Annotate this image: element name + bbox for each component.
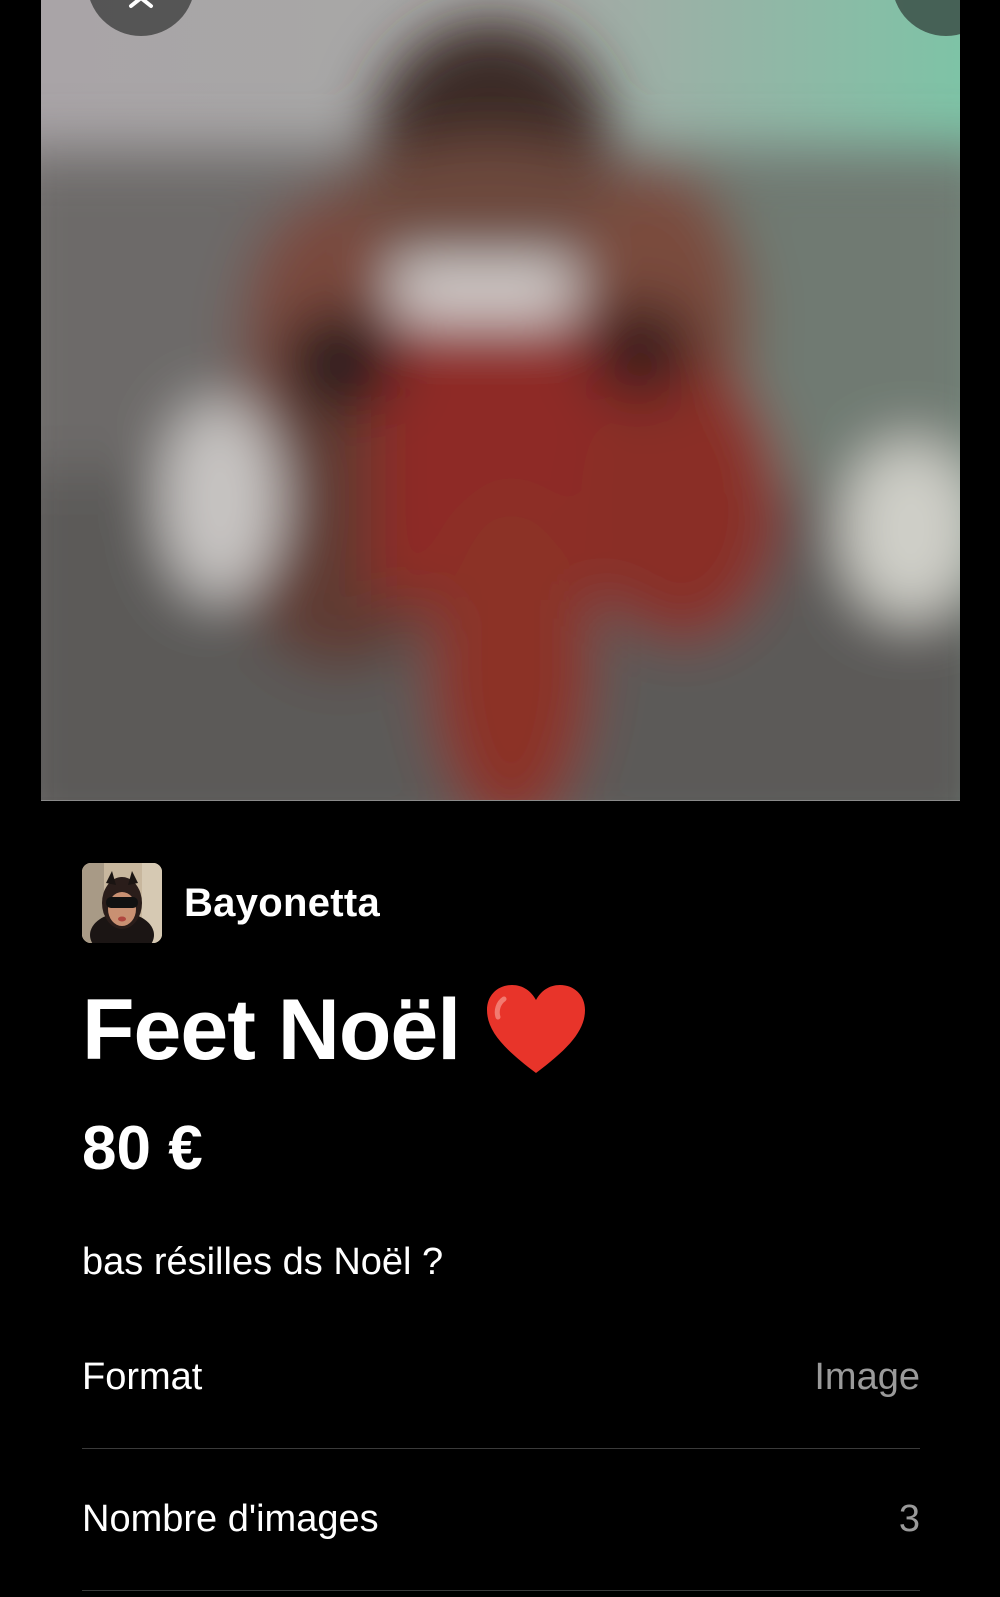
detail-label: Format [82,1356,203,1398]
avatar[interactable] [82,863,162,943]
creator-name[interactable]: Bayonetta [184,881,380,926]
post-description: bas résilles ds Noël ? [82,1241,444,1283]
chevron-left-icon [129,0,153,8]
preview-image-art [41,0,960,800]
creator-info[interactable]: Bayonetta [82,863,380,943]
chevron-right-icon [932,0,960,10]
detail-row-image-count: Nombre d'images 3 [82,1449,920,1591]
detail-value: 3 [898,1498,920,1540]
detail-value: Image [814,1356,920,1398]
post-title: Feet Noël [82,983,588,1077]
post-price: 80 € [82,1114,203,1183]
detail-label: Nombre d'images [82,1498,379,1540]
post-title-text: Feet Noël [82,982,461,1078]
avatar-image [82,863,162,943]
red-heart-icon [484,983,588,1077]
blurred-preview-image[interactable] [41,0,960,801]
detail-row-format: Format Image [82,1307,920,1449]
